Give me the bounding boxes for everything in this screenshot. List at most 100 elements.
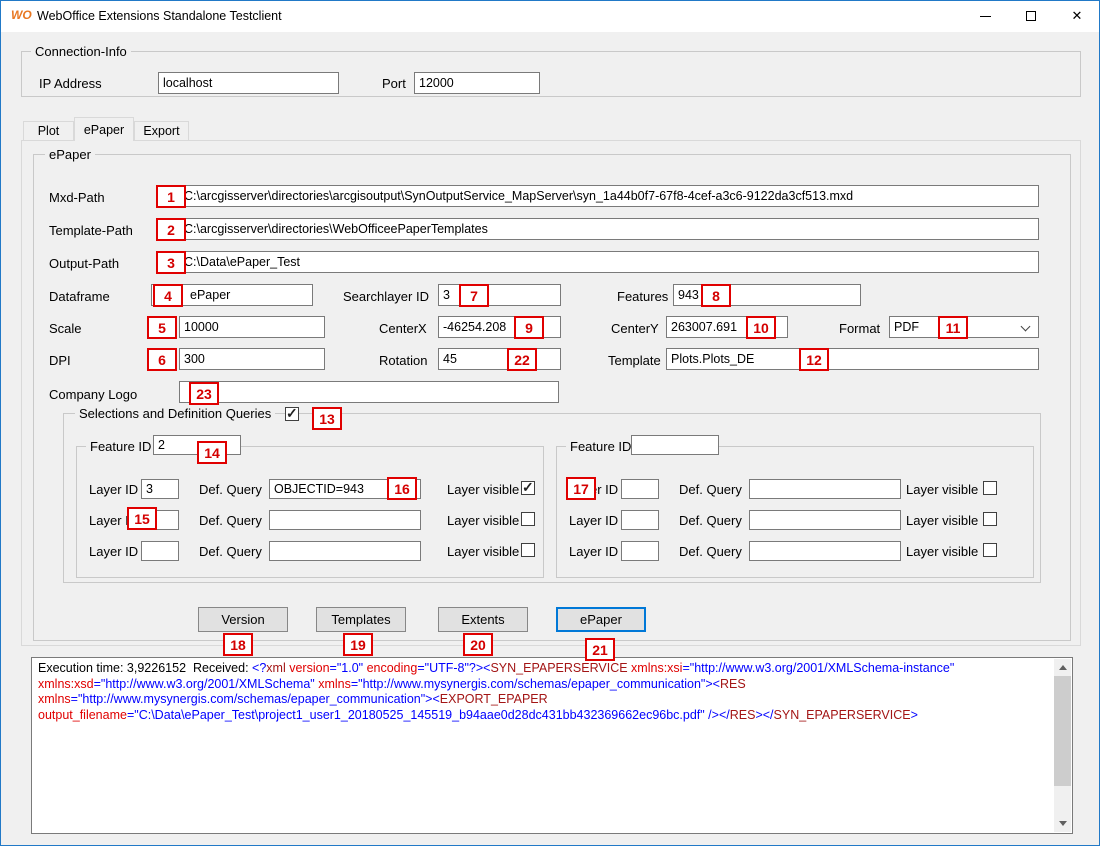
layer-id-input[interactable] xyxy=(141,541,179,561)
tab-epaper-label: ePaper xyxy=(84,123,124,137)
chevron-down-icon xyxy=(1021,322,1031,332)
scale-input[interactable] xyxy=(179,316,325,338)
layer-id-label: Layer ID xyxy=(569,544,618,559)
centerx-input[interactable] xyxy=(438,316,561,338)
layer-visible-checkbox[interactable] xyxy=(983,481,997,495)
rotation-label: Rotation xyxy=(379,353,427,368)
layer-id-input[interactable] xyxy=(141,479,179,499)
log-segment: ="http://www.mysynergis.com/schemas/epap… xyxy=(351,677,720,691)
log-segment: RES xyxy=(730,708,756,722)
feature-id-input-left[interactable] xyxy=(153,435,241,455)
format-label: Format xyxy=(839,321,880,336)
log-segment: xmlns:xsd xyxy=(38,677,94,691)
log-segment: SYN_EPAPERSERVICE xyxy=(774,708,911,722)
dpi-input[interactable] xyxy=(179,348,325,370)
mxd-path-input[interactable] xyxy=(179,185,1039,207)
dataframe-input[interactable] xyxy=(151,284,313,306)
selections-enabled-checkbox[interactable] xyxy=(285,407,299,421)
layer-visible-label: Layer visible xyxy=(906,544,978,559)
layer-id-input[interactable] xyxy=(621,510,659,530)
scrollbar-thumb[interactable] xyxy=(1054,676,1071,786)
templates-button[interactable]: Templates xyxy=(316,607,406,632)
def-query-label: Def. Query xyxy=(679,544,742,559)
extents-button-label: Extents xyxy=(461,612,504,627)
tab-plot-label: Plot xyxy=(38,124,60,138)
maximize-button[interactable] xyxy=(1008,1,1054,31)
log-segment: ="C:\Data\ePaper_Test\project1_user1_201… xyxy=(127,708,730,722)
version-button[interactable]: Version xyxy=(198,607,288,632)
log-scrollbar[interactable] xyxy=(1054,659,1071,832)
close-button[interactable]: ✕ xyxy=(1054,1,1100,31)
epaper-button[interactable]: ePaper xyxy=(556,607,646,632)
def-query-input[interactable] xyxy=(269,541,421,561)
scrollbar-up-button[interactable] xyxy=(1054,659,1071,676)
centery-label: CenterY xyxy=(611,321,659,336)
mxd-path-label: Mxd-Path xyxy=(49,190,105,205)
ip-address-input[interactable] xyxy=(158,72,339,94)
selections-legend: Selections and Definition Queries xyxy=(75,406,275,421)
company-logo-input[interactable] xyxy=(179,381,559,403)
centery-input[interactable] xyxy=(666,316,788,338)
tab-export[interactable]: Export xyxy=(134,121,189,141)
log-segment: ="http://www.w3.org/2001/XMLSchema-insta… xyxy=(682,661,954,675)
def-query-input[interactable] xyxy=(749,510,901,530)
log-segment: EXPORT_EPAPER xyxy=(440,692,548,706)
def-query-input[interactable] xyxy=(269,510,421,530)
layer-id-input[interactable] xyxy=(621,541,659,561)
layer-visible-label: Layer visible xyxy=(447,482,519,497)
def-query-input[interactable] xyxy=(749,541,901,561)
features-label: Features xyxy=(617,289,668,304)
layer-id-input[interactable] xyxy=(621,479,659,499)
minimize-button[interactable] xyxy=(962,1,1008,31)
dataframe-label: Dataframe xyxy=(49,289,110,304)
epaper-legend: ePaper xyxy=(45,147,95,162)
minimize-icon xyxy=(980,16,991,17)
ip-address-label: IP Address xyxy=(39,76,102,91)
scrollbar-down-button[interactable] xyxy=(1054,815,1071,832)
layer-id-label: Layer ID xyxy=(89,513,138,528)
scroll-down-icon xyxy=(1059,821,1067,826)
template-path-label: Template-Path xyxy=(49,223,133,238)
templates-button-label: Templates xyxy=(331,612,390,627)
epaper-button-label: ePaper xyxy=(580,612,622,627)
version-button-label: Version xyxy=(221,612,264,627)
log-segment: ="http://www.mysynergis.com/schemas/epap… xyxy=(71,692,440,706)
extents-button[interactable]: Extents xyxy=(438,607,528,632)
log-output[interactable]: Execution time: 3,9226152 Received: <?xm… xyxy=(38,661,1048,830)
feature-id-input-right[interactable] xyxy=(631,435,719,455)
layer-visible-checkbox[interactable] xyxy=(521,543,535,557)
layer-id-input[interactable] xyxy=(141,510,179,530)
features-input[interactable] xyxy=(673,284,861,306)
scroll-up-icon xyxy=(1059,665,1067,670)
layer-id-label: Layer ID xyxy=(89,544,138,559)
titlebar: WO WebOffice Extensions Standalone Testc… xyxy=(1,1,1099,32)
port-input[interactable] xyxy=(414,72,540,94)
def-query-input[interactable] xyxy=(749,479,901,499)
layer-visible-checkbox[interactable] xyxy=(983,512,997,526)
output-path-input[interactable] xyxy=(179,251,1039,273)
tab-epaper[interactable]: ePaper xyxy=(74,117,134,141)
feature-id-label-right: Feature ID xyxy=(566,439,635,454)
log-panel: Execution time: 3,9226152 Received: <?xm… xyxy=(31,657,1073,834)
rotation-input[interactable] xyxy=(438,348,561,370)
format-dropdown[interactable]: PDF xyxy=(889,316,1039,338)
tab-export-label: Export xyxy=(143,124,179,138)
app-window: WO WebOffice Extensions Standalone Testc… xyxy=(0,0,1100,846)
layer-visible-checkbox[interactable] xyxy=(521,481,535,495)
layer-visible-checkbox[interactable] xyxy=(521,512,535,526)
log-segment: xmlns:xsi xyxy=(631,661,682,675)
layer-id-label: Layer ID xyxy=(569,482,618,497)
template-path-input[interactable] xyxy=(179,218,1039,240)
output-path-label: Output-Path xyxy=(49,256,119,271)
feature-id-label-left: Feature ID xyxy=(86,439,155,454)
log-segment: output_filename xyxy=(38,708,127,722)
log-segment: version xyxy=(289,661,329,675)
tab-plot[interactable]: Plot xyxy=(23,121,74,141)
template-input[interactable] xyxy=(666,348,1039,370)
layer-visible-checkbox[interactable] xyxy=(983,543,997,557)
layer-visible-label: Layer visible xyxy=(447,513,519,528)
log-segment: SYN_EPAPERSERVICE xyxy=(490,661,627,675)
def-query-input[interactable] xyxy=(269,479,421,499)
searchlayer-id-input[interactable] xyxy=(438,284,561,306)
window-title: WebOffice Extensions Standalone Testclie… xyxy=(37,9,282,23)
